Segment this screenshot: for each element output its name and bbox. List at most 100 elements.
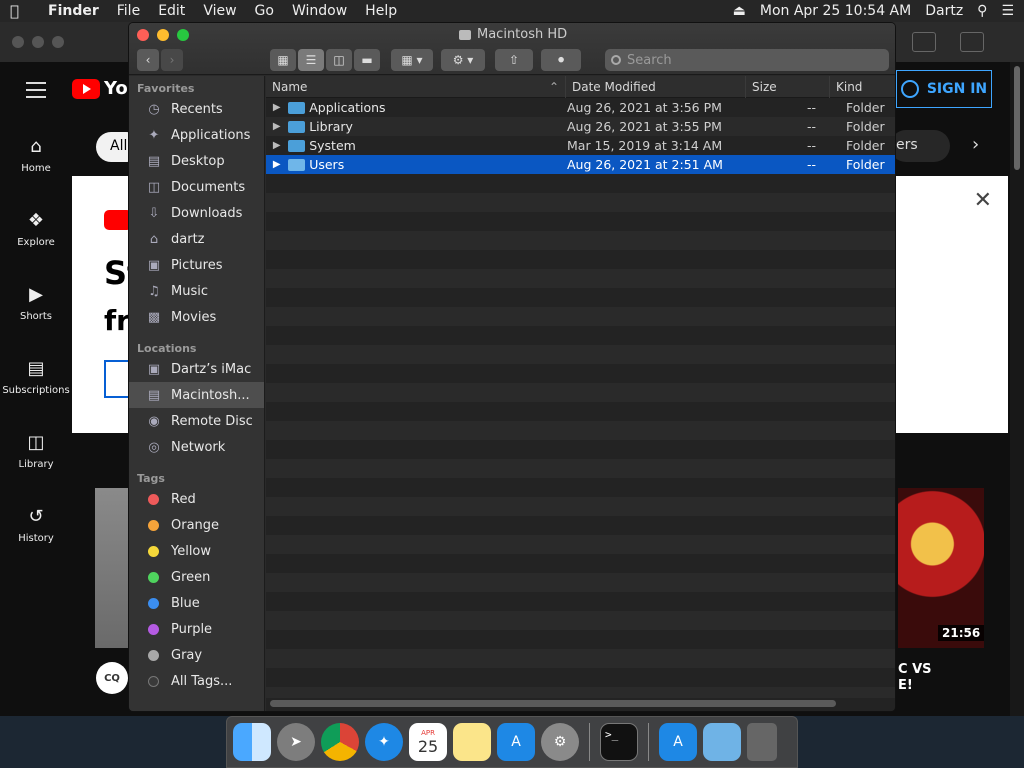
dock-downloads-folder-icon[interactable] [703, 723, 741, 761]
window-controls [137, 29, 189, 41]
yt-nav-library[interactable]: ◫ Library [0, 414, 72, 488]
zoom-window-button[interactable] [177, 29, 189, 41]
clock-display[interactable]: Mon Apr 25 10:54 AM [760, 3, 911, 19]
sidebar-item-pictures[interactable]: ▣ Pictures [129, 252, 264, 278]
disclosure-triangle-icon[interactable]: ▶ [266, 140, 288, 151]
video-thumbnail-ironman[interactable] [898, 488, 984, 648]
dock-app-store-icon-2[interactable]: A [659, 723, 697, 761]
apple-menu-icon[interactable]:  [10, 2, 32, 20]
table-row[interactable]: ▶ Applications Aug 26, 2021 at 3:56 PM -… [266, 98, 895, 117]
sidebar-tag-yellow[interactable]: Yellow [129, 538, 264, 564]
table-row[interactable]: ▶ System Mar 15, 2019 at 3:14 AM -- Fold… [266, 136, 895, 155]
table-row[interactable]: ▶ Library Aug 26, 2021 at 3:55 PM -- Fol… [266, 117, 895, 136]
sidebar-item-music[interactable]: ♫ Music [129, 278, 264, 304]
sidebar-item-network[interactable]: ◎ Network [129, 434, 264, 460]
horizontal-scrollbar[interactable] [270, 700, 836, 707]
menu-window[interactable]: Window [292, 3, 347, 19]
gallery-view-button[interactable]: ▬ [354, 49, 380, 71]
sidebar-item-macintosh-hd[interactable]: ▤ Macintosh... [129, 382, 264, 408]
forward-button[interactable]: › [161, 49, 183, 71]
chevron-right-icon[interactable]: › [972, 134, 979, 155]
column-date-header[interactable]: Date Modified [566, 76, 746, 98]
menu-go[interactable]: Go [255, 3, 274, 19]
tag-color-dot [148, 597, 159, 609]
dock-chrome-icon[interactable] [321, 723, 359, 761]
minimize-window-button[interactable] [157, 29, 169, 41]
eject-icon[interactable]: ⏏ [733, 3, 746, 19]
browser-scrollbar[interactable] [1010, 62, 1024, 716]
sidebar-item-label: Pictures [171, 257, 223, 273]
menu-app-finder[interactable]: Finder [48, 3, 99, 19]
sidebar-tag-blue[interactable]: Blue [129, 590, 264, 616]
dock-system-preferences-icon[interactable]: ⚙ [541, 723, 579, 761]
sidebar-item-downloads[interactable]: ⇩ Downloads [129, 200, 264, 226]
dock-calendar-icon[interactable]: APR 25 [409, 723, 447, 761]
action-button[interactable]: ⚙ ▾ [441, 49, 485, 71]
dock-safari-icon[interactable]: ✦ [365, 723, 403, 761]
sidebar-item-remote-disc[interactable]: ◉ Remote Disc [129, 408, 264, 434]
chip-partial[interactable]: ers [890, 130, 950, 162]
disclosure-triangle-icon[interactable]: ▶ [266, 102, 288, 113]
share-icon[interactable] [912, 32, 936, 52]
tabs-icon[interactable] [960, 32, 984, 52]
dock-app-store-icon[interactable]: A [497, 723, 535, 761]
tags-button[interactable]: ⚫ [541, 49, 581, 71]
disclosure-triangle-icon[interactable]: ▶ [266, 121, 288, 132]
yt-nav-subscriptions[interactable]: ▤ Subscriptions [0, 340, 72, 414]
sign-in-label: SIGN IN [926, 81, 988, 97]
column-view-button[interactable]: ◫ [326, 49, 352, 71]
hamburger-menu-icon[interactable] [26, 82, 46, 103]
sign-in-button[interactable]: SIGN IN [896, 70, 992, 108]
yt-nav-shorts[interactable]: ▶ Shorts [0, 266, 72, 340]
yt-nav-home[interactable]: ⌂ Home [0, 118, 72, 192]
yt-nav-explore[interactable]: ❖ Explore [0, 192, 72, 266]
back-button[interactable]: ‹ [137, 49, 159, 71]
table-row-selected[interactable]: ▶ Users Aug 26, 2021 at 2:51 AM -- Folde… [266, 155, 895, 174]
close-window-button[interactable] [137, 29, 149, 41]
search-input[interactable] [627, 52, 867, 68]
sidebar-item-movies[interactable]: ▩ Movies [129, 304, 264, 330]
sidebar-tag-gray[interactable]: Gray [129, 642, 264, 668]
sidebar-item-label: Purple [171, 621, 213, 637]
search-field[interactable] [605, 49, 889, 71]
sidebar-item-recents[interactable]: ◷ Recents [129, 96, 264, 122]
sidebar-all-tags[interactable]: All Tags... [129, 668, 264, 694]
dock-terminal-icon[interactable]: >_ [600, 723, 638, 761]
menu-edit[interactable]: Edit [158, 3, 185, 19]
tag-color-dot [148, 519, 159, 531]
user-menu[interactable]: Dartz [925, 3, 963, 19]
sidebar-item-desktop[interactable]: ▤ Desktop [129, 148, 264, 174]
column-size-header[interactable]: Size [746, 76, 830, 98]
spotlight-search-icon[interactable]: ⚲ [977, 3, 987, 19]
menu-file[interactable]: File [117, 3, 140, 19]
sidebar-item-imac[interactable]: ▣ Dartz’s iMac [129, 356, 264, 382]
sidebar-tag-orange[interactable]: Orange [129, 512, 264, 538]
close-icon[interactable]: ✕ [974, 188, 992, 213]
sidebar-item-home[interactable]: ⌂ dartz [129, 226, 264, 252]
icon-view-button[interactable]: ▦ [270, 49, 296, 71]
video-title[interactable]: C VS E! [898, 662, 932, 694]
finder-sidebar: Favorites ◷ Recents ✦ Applications ▤ Deskto… [129, 76, 265, 711]
column-kind-header[interactable]: Kind [830, 76, 895, 98]
channel-avatar[interactable]: CQ [96, 662, 128, 694]
menu-help[interactable]: Help [365, 3, 397, 19]
dock-finder-icon[interactable] [233, 723, 271, 761]
sidebar-tag-red[interactable]: Red [129, 486, 264, 512]
group-by-button[interactable]: ▦ ▾ [391, 49, 433, 71]
dock-trash-icon[interactable] [747, 723, 777, 761]
disc-icon: ◉ [148, 413, 160, 429]
sidebar-tag-green[interactable]: Green [129, 564, 264, 590]
column-name-header[interactable]: Name ⌃ [266, 76, 566, 98]
dock-launchpad-icon[interactable]: ➤ [277, 723, 315, 761]
yt-nav-history[interactable]: ↺ History [0, 488, 72, 562]
sidebar-item-documents[interactable]: ◫ Documents [129, 174, 264, 200]
sidebar-item-applications[interactable]: ✦ Applications [129, 122, 264, 148]
list-view-button[interactable]: ☰ [298, 49, 324, 71]
scrollbar-thumb[interactable] [1014, 66, 1020, 170]
menu-view[interactable]: View [203, 3, 236, 19]
dock-notes-icon[interactable] [453, 723, 491, 761]
sidebar-tag-purple[interactable]: Purple [129, 616, 264, 642]
notification-center-icon[interactable]: ☰ [1001, 3, 1014, 19]
share-button[interactable]: ⇧ [495, 49, 533, 71]
disclosure-triangle-icon[interactable]: ▶ [266, 159, 288, 170]
